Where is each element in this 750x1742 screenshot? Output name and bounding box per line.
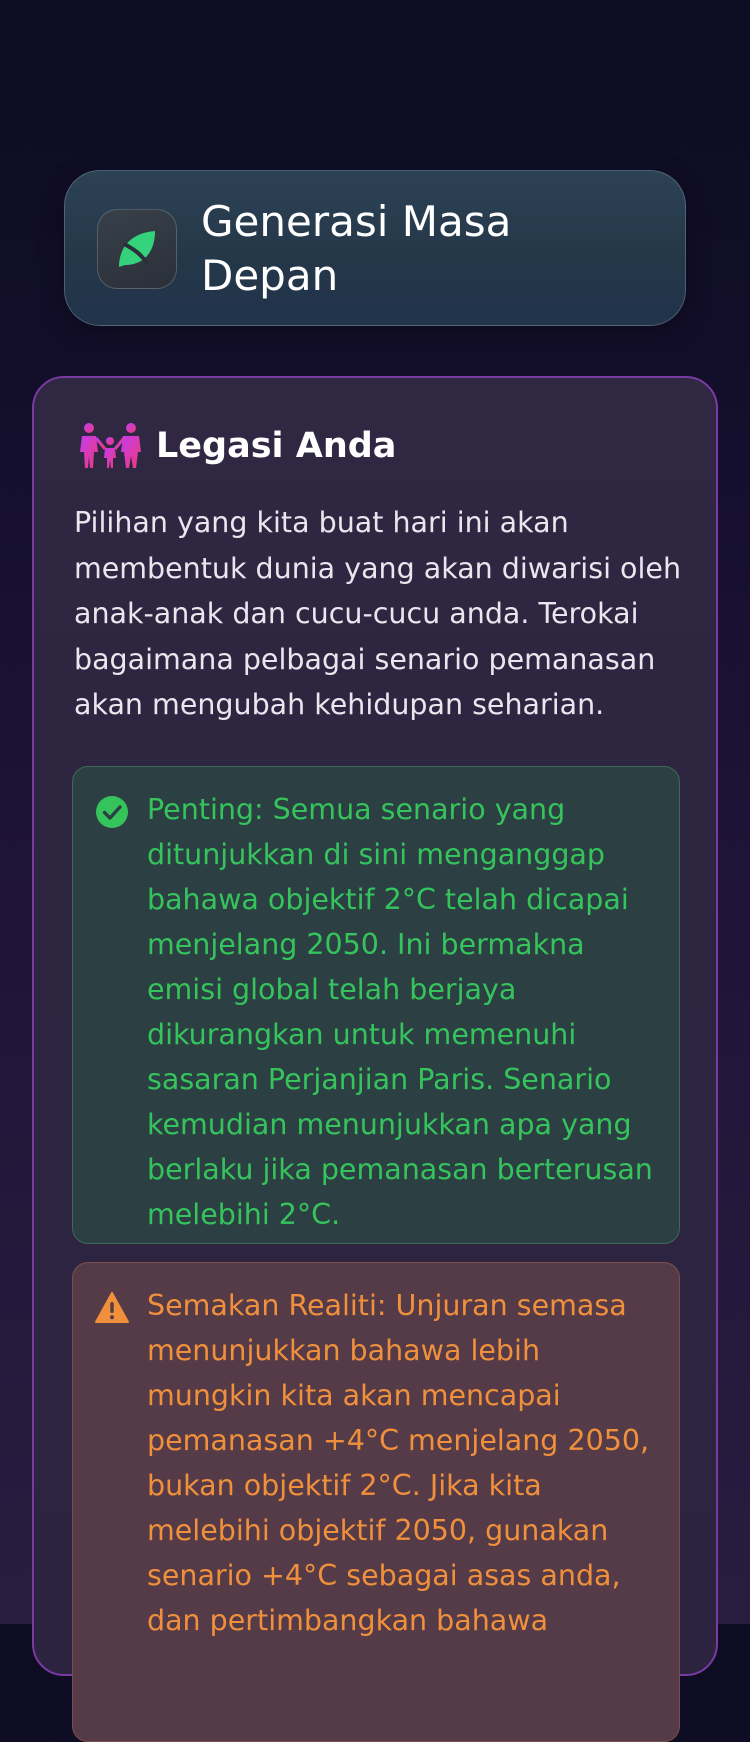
important-note-text: Penting: Semua senario yang ditunjukkan …: [147, 793, 653, 1231]
app-title: Generasi Masa Depan: [201, 197, 512, 300]
legacy-description: Pilihan yang kita buat hari ini akan mem…: [74, 506, 682, 721]
app-logo: [97, 209, 177, 289]
check-circle-icon: [96, 796, 128, 828]
app-header-card: Generasi Masa Depan: [64, 170, 686, 326]
leaf-icon: [119, 231, 155, 267]
legacy-card: Legasi Anda Pilihan yang kita buat hari …: [32, 376, 718, 1742]
legacy-heading: Legasi Anda: [78, 422, 396, 470]
reality-check-note: Semakan Realiti: Unjuran semasa menunjuk…: [72, 1262, 680, 1742]
reality-check-note-text: Semakan Realiti: Unjuran semasa menunjuk…: [147, 1289, 650, 1637]
important-note: Penting: Semua senario yang ditunjukkan …: [72, 766, 680, 1244]
legacy-title: Legasi Anda: [156, 426, 397, 466]
warning-triangle-icon: [95, 1292, 129, 1323]
family-icon: [80, 423, 141, 468]
